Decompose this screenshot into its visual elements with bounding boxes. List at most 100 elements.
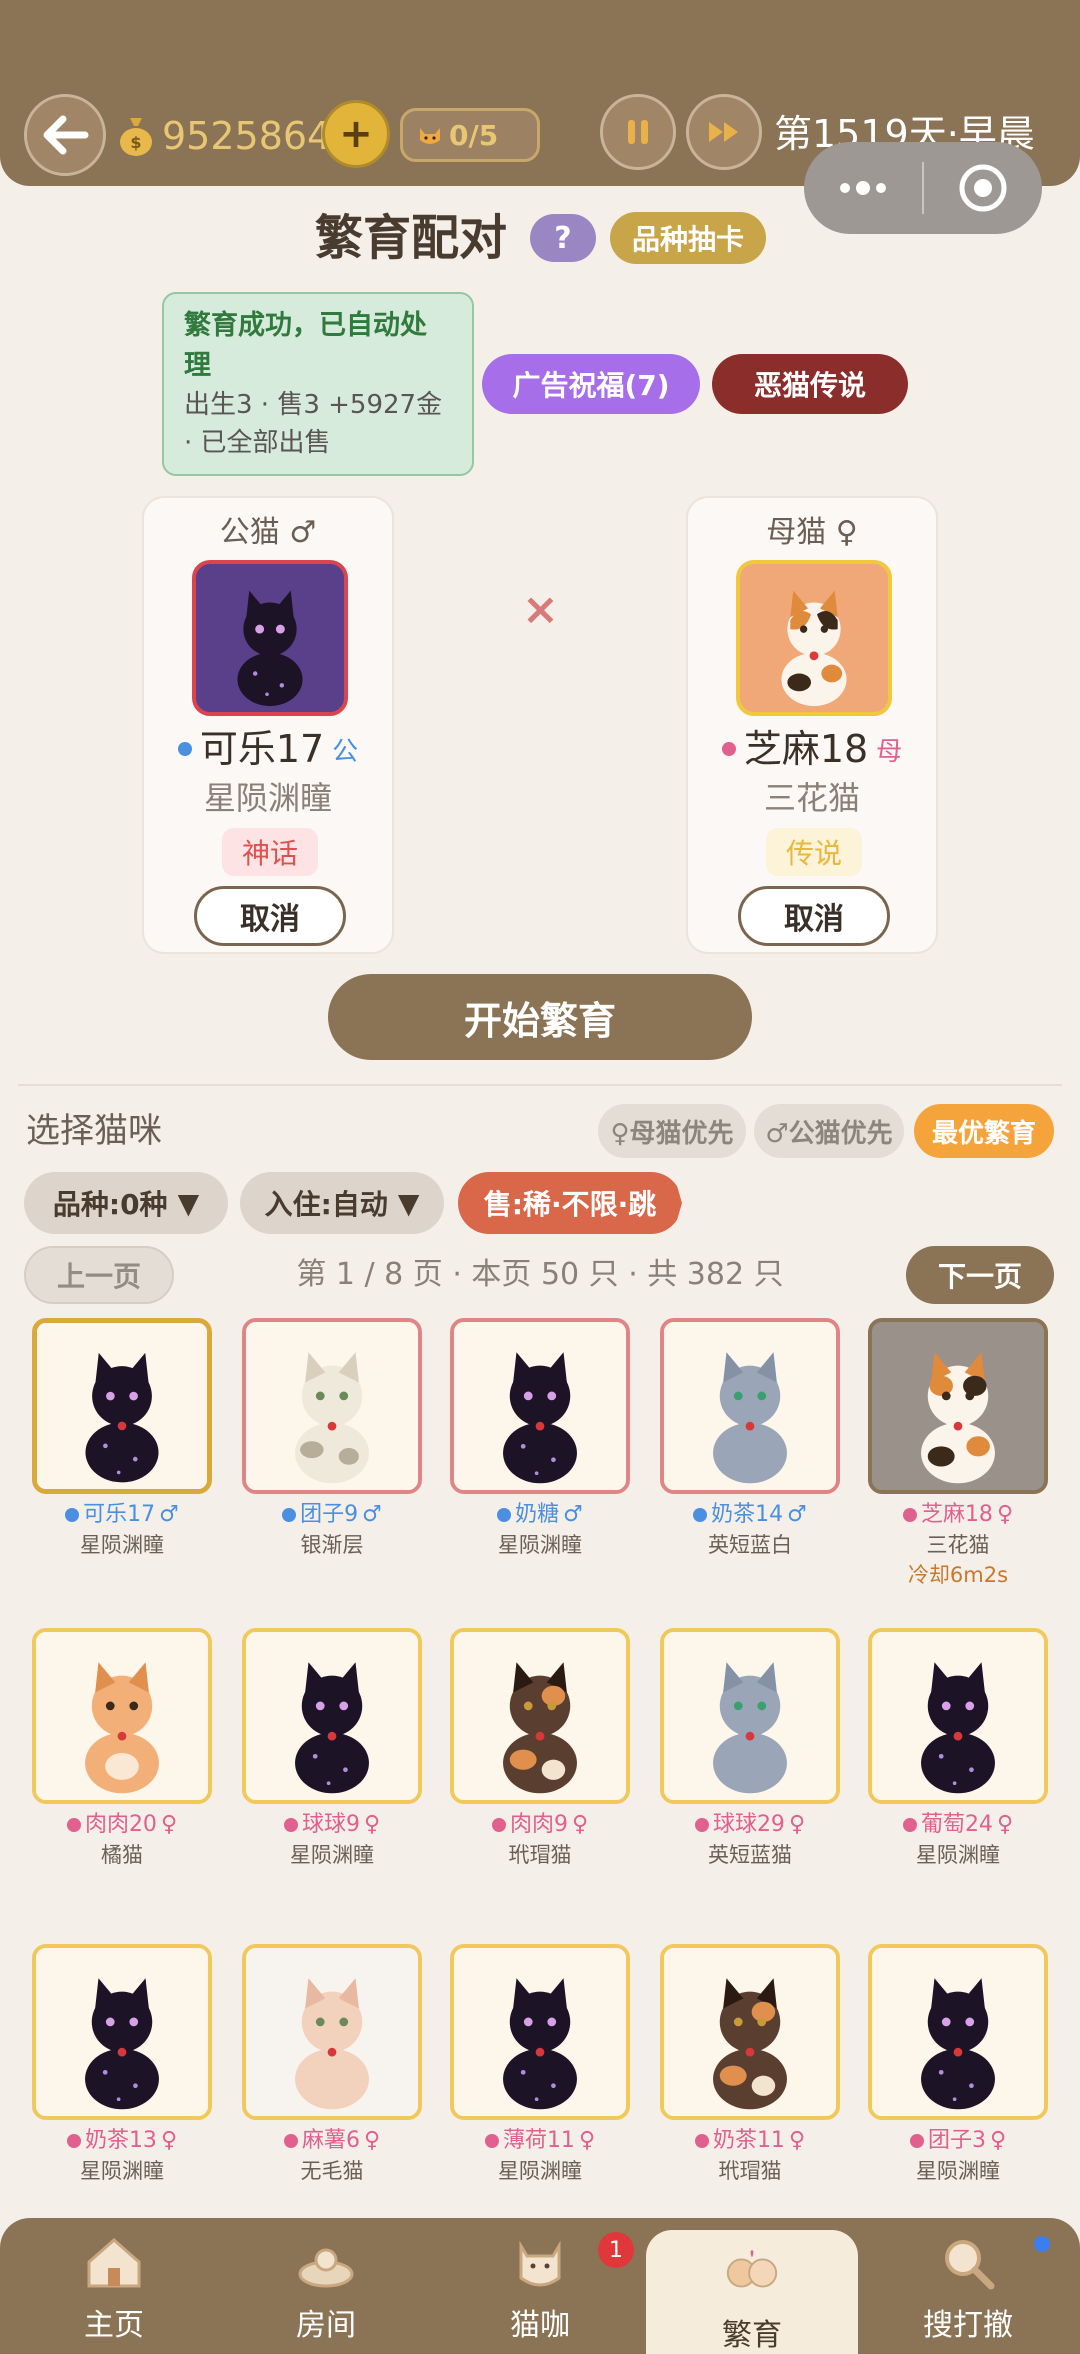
cat-name: 团子9 bbox=[300, 1502, 359, 1527]
cat-name: 麻薯6 bbox=[301, 2128, 360, 2153]
sort-female-first-button[interactable]: ♀母猫优先 bbox=[598, 1104, 746, 1158]
stay-filter-dropdown[interactable]: 入住:自动 ▼ bbox=[240, 1172, 444, 1234]
sell-filter-button[interactable]: 售:稀·不限·跳 bbox=[458, 1172, 682, 1234]
cat-portrait bbox=[242, 1318, 422, 1494]
cat-card[interactable]: 葡萄24 ♀ 星陨渊瞳 bbox=[868, 1628, 1048, 1870]
cat-image bbox=[246, 1948, 418, 2116]
cat-name: 奶茶11 bbox=[712, 2128, 785, 2153]
cat-breed: 星陨渊瞳 bbox=[80, 1533, 164, 1557]
cat-name-row: 可乐17 ♂ bbox=[32, 1500, 212, 1530]
cat-card[interactable]: 奶茶14 ♂ 英短蓝白 bbox=[660, 1318, 840, 1560]
cat-portrait bbox=[32, 1944, 212, 2120]
cat-breed: 玳瑁猫 bbox=[508, 1843, 572, 1867]
cat-card[interactable]: 芝麻18 ♀ 三花猫 冷却6m2s bbox=[868, 1318, 1048, 1590]
add-coins-button[interactable]: + bbox=[322, 100, 390, 168]
nav-home[interactable]: 主页 bbox=[6, 2218, 222, 2354]
cat-card[interactable]: 奶糖 ♂ 星陨渊瞳 bbox=[450, 1318, 630, 1560]
male-breed: 星陨渊瞳 bbox=[203, 779, 332, 817]
cat-sex: ♀ bbox=[363, 2128, 381, 2153]
cat-image bbox=[37, 1323, 207, 1489]
cat-sex: ♀ bbox=[160, 1812, 178, 1837]
next-page-button[interactable]: 下一页 bbox=[906, 1246, 1054, 1304]
cat-breed: 星陨渊瞳 bbox=[498, 2159, 582, 2183]
breed-result-notice: 繁育成功，已自动处理 出生3 · 售3 +5927金 · 已全部出售 bbox=[162, 292, 474, 476]
female-cancel-button[interactable]: 取消 bbox=[738, 886, 890, 946]
gender-dot bbox=[65, 1508, 80, 1522]
cat-portrait bbox=[868, 1944, 1048, 2120]
cat-breed: 橘猫 bbox=[101, 1843, 143, 1867]
cat-card[interactable]: 团子9 ♂ 银渐层 bbox=[242, 1318, 422, 1560]
cat-sex: ♀ bbox=[989, 2128, 1007, 2153]
cat-card[interactable]: 奶茶13 ♀ 星陨渊瞳 bbox=[32, 1944, 212, 2186]
cat-image bbox=[36, 1948, 208, 2116]
cat-name: 肉肉20 bbox=[84, 1812, 157, 1837]
cat-name-row: 薄荷11 ♀ bbox=[450, 2126, 630, 2156]
nav-room[interactable]: 房间 bbox=[218, 2218, 434, 2354]
cat-portrait bbox=[32, 1628, 212, 1804]
gender-dot bbox=[694, 1818, 709, 1832]
gender-dot bbox=[66, 1818, 81, 1832]
start-breeding-button[interactable]: 开始繁育 bbox=[328, 974, 752, 1060]
prev-page-button[interactable]: 上一页 bbox=[24, 1246, 174, 1304]
nav-search-label: 搜打撤 bbox=[923, 2308, 1013, 2343]
cat-name-row: 奶糖 ♂ bbox=[450, 1500, 630, 1530]
cat-name: 奶茶13 bbox=[84, 2128, 157, 2153]
gender-dot bbox=[902, 1508, 917, 1522]
cat-card[interactable]: 肉肉20 ♀ 橘猫 bbox=[32, 1628, 212, 1870]
section-divider bbox=[18, 1084, 1062, 1086]
cat-portrait bbox=[450, 1944, 630, 2120]
nav-breed[interactable]: 繁育 bbox=[646, 2230, 858, 2354]
cat-card[interactable]: 可乐17 ♂ 星陨渊瞳 bbox=[32, 1318, 212, 1560]
calico-cat-image bbox=[781, 590, 847, 707]
cat-breed: 无毛猫 bbox=[300, 2159, 364, 2183]
bottom-nav: 主页 房间 猫咖 繁育 搜打撤 bbox=[0, 2218, 1080, 2354]
close-miniprogram-button[interactable] bbox=[924, 162, 1042, 214]
cat-portrait bbox=[660, 1628, 840, 1804]
sort-male-first-button[interactable]: ♂公猫优先 bbox=[754, 1104, 904, 1158]
male-cancel-button[interactable]: 取消 bbox=[194, 886, 346, 946]
cat-portrait bbox=[868, 1318, 1048, 1494]
cat-card[interactable]: 球球9 ♀ 星陨渊瞳 bbox=[242, 1628, 422, 1870]
cat-card[interactable]: 麻薯6 ♀ 无毛猫 bbox=[242, 1944, 422, 2186]
cat-card[interactable]: 奶茶11 ♀ 玳瑁猫 bbox=[660, 1944, 840, 2186]
cat-pair-icon bbox=[726, 2249, 778, 2288]
fast-forward-button[interactable] bbox=[686, 94, 762, 170]
male-dot bbox=[177, 742, 192, 756]
cat-sex: ♂ bbox=[563, 1502, 583, 1527]
cat-breed: 星陨渊瞳 bbox=[290, 1843, 374, 1867]
cat-name-row: 葡萄24 ♀ bbox=[868, 1810, 1048, 1840]
cat-card[interactable]: 薄荷11 ♀ 星陨渊瞳 bbox=[450, 1944, 630, 2186]
cat-card[interactable]: 团子3 ♀ 星陨渊瞳 bbox=[868, 1944, 1048, 2186]
cat-name-row: 奶茶13 ♀ bbox=[32, 2126, 212, 2156]
breed-gacha-button[interactable]: 品种抽卡 bbox=[610, 212, 766, 264]
nav-home-label: 主页 bbox=[84, 2308, 144, 2343]
more-menu-button[interactable] bbox=[804, 178, 922, 198]
ad-blessing-button[interactable]: 广告祝福(7) bbox=[482, 354, 700, 414]
page-title: 繁育配对 bbox=[315, 210, 508, 266]
cat-sex: ♀ bbox=[571, 1812, 589, 1837]
cat-card[interactable]: 肉肉9 ♀ 玳瑁猫 bbox=[450, 1628, 630, 1870]
cat-name-row: 团子3 ♀ bbox=[868, 2126, 1048, 2156]
magnifier-cat-icon bbox=[945, 2240, 995, 2290]
evil-cat-legend-button[interactable]: 恶猫传说 bbox=[712, 354, 908, 414]
cat-card[interactable]: 球球29 ♀ 英短蓝猫 bbox=[660, 1628, 840, 1870]
pause-button[interactable] bbox=[600, 94, 676, 170]
help-button[interactable]: ? bbox=[530, 214, 596, 262]
cooldown-label: 冷却6m2s bbox=[907, 1563, 1009, 1587]
caret-down-icon: ▼ bbox=[177, 1186, 200, 1220]
cat-sex: ♀ bbox=[578, 2128, 596, 2153]
best-breed-button[interactable]: 最优繁育 bbox=[914, 1104, 1054, 1158]
male-parent-card: 公猫 ♂ 可乐17 公 星陨渊瞳 神话 取消 bbox=[142, 496, 394, 954]
female-dot bbox=[721, 742, 736, 756]
female-portrait[interactable] bbox=[736, 560, 892, 716]
male-role-label: 公猫 ♂ bbox=[219, 515, 317, 550]
cat-face-icon bbox=[420, 128, 440, 144]
cat-name-row: 球球29 ♀ bbox=[660, 1810, 840, 1840]
cat-sex: ♂ bbox=[362, 1502, 382, 1527]
breed-filter-dropdown[interactable]: 品种:0种 ▼ bbox=[24, 1172, 228, 1234]
female-rarity-badge: 传说 bbox=[766, 828, 862, 876]
back-button[interactable] bbox=[24, 94, 106, 176]
money-bag-icon: $ bbox=[120, 118, 152, 156]
female-name-row: 芝麻18 母 bbox=[688, 724, 936, 774]
male-portrait[interactable] bbox=[192, 560, 348, 716]
